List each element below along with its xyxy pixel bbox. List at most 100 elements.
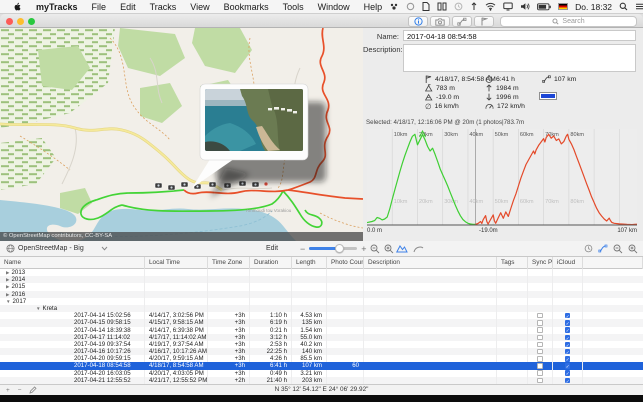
cell-name[interactable]: 2017-04-14 18:39:38 — [0, 327, 145, 334]
menu-view[interactable]: View — [183, 2, 216, 12]
table-row-group[interactable]: ▶2015 — [0, 283, 643, 290]
sync-checkbox[interactable] — [537, 378, 543, 384]
table-row-track[interactable]: 2017-04-20 16:03:054/20/17, 4:03:05 PM+3… — [0, 370, 643, 377]
menu-bookmarks[interactable]: Bookmarks — [217, 2, 276, 12]
cell-name[interactable]: 2017-04-19 09:37:54 — [0, 341, 145, 348]
table-row-group[interactable]: ▶2014 — [0, 276, 643, 283]
table-header[interactable]: Name Local Time Time Zone Duration Lengt… — [0, 257, 643, 269]
menu-window[interactable]: Window — [311, 2, 357, 12]
map-edit-button[interactable]: Edit — [266, 241, 278, 256]
map-provider-dropdown[interactable]: OpenStreetMap - Big — [6, 241, 108, 256]
icloud-checkbox[interactable]: ✓ — [565, 327, 571, 333]
cell-name[interactable]: 2017-04-20 09:59:15 — [0, 355, 145, 362]
minimize-window-button[interactable] — [17, 18, 24, 25]
keyboard-flag-de-icon[interactable] — [558, 3, 568, 10]
description-field[interactable] — [403, 44, 636, 72]
document-icon[interactable] — [422, 2, 430, 11]
icloud-checkbox[interactable]: ✓ — [565, 320, 571, 326]
search-input[interactable]: Search — [500, 16, 637, 27]
disclosure-triangle-icon[interactable]: ▶ — [6, 270, 10, 275]
table-row-group[interactable]: ▶2013 — [0, 269, 643, 276]
cell-name[interactable]: 2017-04-18 08:54:58 — [0, 362, 145, 369]
battery-icon[interactable] — [537, 3, 551, 11]
sync-checkbox[interactable] — [537, 313, 543, 319]
zoom-slider-minus[interactable]: − — [300, 244, 305, 254]
cell-name[interactable]: 2017-04-16 10:17:26 — [0, 348, 145, 355]
menu-tools[interactable]: Tools — [276, 2, 311, 12]
chart-zoom-in-icon[interactable] — [628, 244, 638, 254]
sync-checkbox[interactable] — [537, 356, 543, 362]
profile-series-outbound[interactable] — [367, 134, 476, 224]
sync-checkbox[interactable] — [537, 349, 543, 355]
airdrop-icon[interactable] — [470, 2, 478, 11]
chart-zoom-out-icon[interactable] — [613, 244, 623, 254]
table-row-track[interactable]: 2017-04-15 09:58:154/15/17, 9:58:15 AM+3… — [0, 319, 643, 326]
cell-name[interactable]: 2017-04-14 15:02:56 — [0, 312, 145, 319]
cell-name[interactable]: 2017-04-15 09:58:15 — [0, 319, 145, 326]
icloud-checkbox[interactable]: ✓ — [565, 342, 571, 348]
slider-knob[interactable] — [335, 244, 344, 253]
map-zoom-in-icon[interactable] — [384, 244, 394, 254]
table-row-group[interactable]: ▶2016 — [0, 291, 643, 298]
zoom-window-button[interactable] — [28, 18, 35, 25]
app-icon[interactable] — [389, 2, 399, 11]
info-button[interactable] — [408, 16, 428, 27]
track-color-well[interactable] — [539, 92, 557, 100]
map-canvas[interactable]: Ammoudi tou Vorakiou — [0, 28, 363, 241]
clock-icon[interactable] — [454, 2, 463, 11]
sync-checkbox[interactable] — [537, 342, 543, 348]
time-axis-icon[interactable] — [584, 244, 593, 253]
table-row-group[interactable]: ▼2017 — [0, 298, 643, 305]
table-row-track[interactable]: 2017-04-14 15:02:564/14/17, 3:02:56 PM+3… — [0, 312, 643, 319]
disclosure-triangle-icon[interactable]: ▶ — [6, 277, 10, 282]
name-field[interactable]: 2017-04-18 08:54:58 — [403, 30, 636, 41]
volume-icon[interactable] — [520, 2, 530, 11]
profile-series-return[interactable] — [476, 134, 638, 224]
map-zoom-out-icon[interactable] — [370, 244, 380, 254]
cell-name[interactable]: 2017-04-17 11:14:02 — [0, 334, 145, 341]
apple-menu[interactable] — [6, 1, 29, 13]
cell-name[interactable]: ▶2015 — [0, 283, 145, 290]
menu-edit[interactable]: Edit — [113, 2, 143, 12]
icloud-checkbox[interactable]: ✓ — [565, 335, 571, 341]
table-row-track[interactable]: 2017-04-17 11:14:024/17/17, 11:14:02 AM+… — [0, 334, 643, 341]
table-row-group[interactable]: ▼Kreta — [0, 305, 643, 312]
table-row-track[interactable]: 2017-04-19 09:37:544/19/17, 9:37:54 AM+3… — [0, 341, 643, 348]
cell-name[interactable]: 2017-04-20 16:03:05 — [0, 370, 145, 377]
table-row-track[interactable]: 2017-04-14 18:39:384/14/17, 6:39:38 PM+3… — [0, 327, 643, 334]
speed-chart-icon[interactable] — [413, 244, 424, 253]
track-table[interactable]: ▶2013▶2014▶2015▶2016▼2017▼Kreta2017-04-1… — [0, 269, 643, 384]
map-zoom-slider[interactable] — [309, 247, 357, 250]
menu-tracks[interactable]: Tracks — [143, 2, 184, 12]
icloud-checkbox[interactable]: ✓ — [565, 378, 571, 384]
disclosure-triangle-icon[interactable]: ▼ — [6, 299, 11, 304]
menu-app-name[interactable]: myTracks — [29, 2, 85, 12]
icloud-checkbox[interactable]: ✓ — [565, 356, 571, 362]
sync-checkbox[interactable] — [537, 370, 543, 376]
table-row-track[interactable]: 2017-04-16 10:17:264/16/17, 10:17:26 AM+… — [0, 348, 643, 355]
icloud-checkbox[interactable]: ✓ — [565, 349, 571, 355]
map-pane[interactable]: Ammoudi tou Vorakiou — [0, 28, 363, 241]
notification-center-icon[interactable] — [635, 2, 643, 11]
close-window-button[interactable] — [6, 18, 13, 25]
cell-name[interactable]: ▼2017 — [0, 298, 145, 305]
disclosure-triangle-icon[interactable]: ▶ — [6, 284, 10, 289]
waypoints-button[interactable] — [452, 16, 472, 27]
icloud-checkbox[interactable]: ✓ — [565, 313, 571, 319]
timemachine-icon[interactable] — [406, 2, 415, 11]
distance-axis-icon[interactable] — [598, 244, 608, 253]
menu-file[interactable]: File — [85, 2, 114, 12]
icloud-checkbox[interactable]: ✓ — [565, 370, 571, 376]
sync-checkbox[interactable] — [537, 363, 543, 369]
disclosure-triangle-icon[interactable]: ▶ — [6, 292, 10, 297]
camera-button[interactable] — [430, 16, 450, 27]
display-icon[interactable] — [503, 2, 513, 11]
icloud-checkbox[interactable]: ✓ — [565, 363, 571, 369]
cell-name[interactable]: ▶2013 — [0, 269, 145, 276]
cell-name[interactable]: ▶2014 — [0, 276, 145, 283]
sync-checkbox[interactable] — [537, 320, 543, 326]
cell-name[interactable]: ▶2016 — [0, 291, 145, 298]
table-row-track[interactable]: 2017-04-20 09:59:154/20/17, 9:59:15 AM+3… — [0, 355, 643, 362]
elevation-chart-icon[interactable] — [396, 244, 408, 253]
zoom-slider-plus[interactable]: + — [361, 244, 366, 254]
